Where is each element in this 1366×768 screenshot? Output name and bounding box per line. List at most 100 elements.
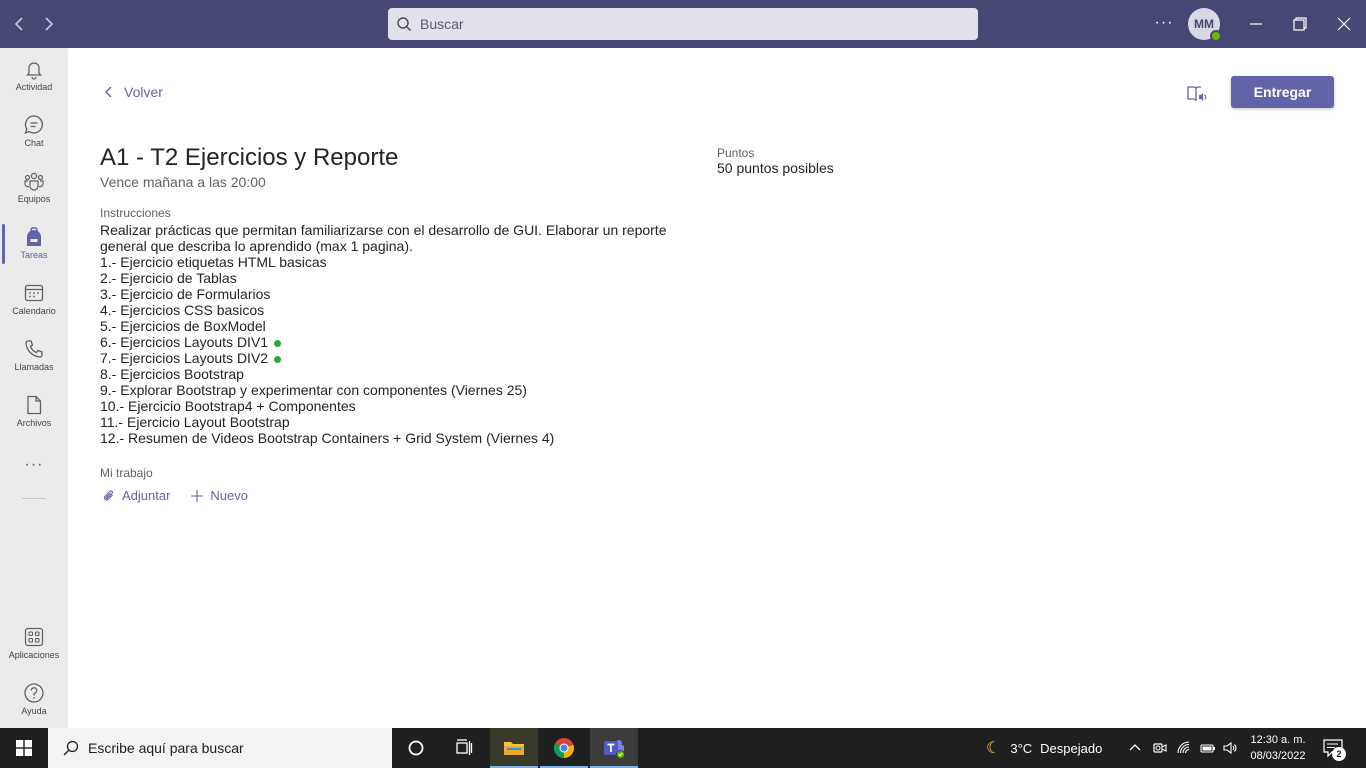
rail-item-label: Calendario xyxy=(12,306,56,316)
notification-count-badge: 2 xyxy=(1332,747,1346,761)
rail-item-label: Equipos xyxy=(17,194,51,204)
instructions-text: Realizar prácticas que permitan familiar… xyxy=(100,222,680,446)
due-date: Vence mañana a las 20:00 xyxy=(100,174,266,190)
new-label: Nuevo xyxy=(210,488,248,503)
submit-button[interactable]: Entregar xyxy=(1231,76,1334,108)
green-dot-icon xyxy=(274,339,282,347)
close-button[interactable] xyxy=(1328,8,1360,40)
instruction-line: 11.- Ejercicio Layout Bootstrap xyxy=(100,414,290,430)
assignment-title: A1 - T2 Ejercicios y Reporte xyxy=(100,144,399,171)
weather-description: Despejado xyxy=(1040,740,1103,756)
bell-icon xyxy=(26,62,42,80)
rail-item-actividad[interactable]: Actividad xyxy=(0,48,68,104)
instruction-line: 6.- Ejercicios Layouts DIV1 xyxy=(100,334,680,350)
more-options-button[interactable]: ··· xyxy=(1152,12,1176,36)
meet-now-icon[interactable] xyxy=(1152,740,1168,756)
clock-time: 12:30 a. m. xyxy=(1250,734,1306,746)
taskbar-clock[interactable]: 12:30 a. m. 08/03/2022 xyxy=(1240,732,1316,764)
rail-item-archivos[interactable]: Archivos xyxy=(0,384,68,440)
tray-chevron-up-icon[interactable] xyxy=(1127,740,1143,756)
rail-item-equipos[interactable]: Equipos xyxy=(0,160,68,216)
task-view-icon xyxy=(456,739,473,755)
wifi-icon[interactable] xyxy=(1176,740,1192,756)
battery-icon[interactable] xyxy=(1200,740,1216,756)
instruction-line-text: 6.- Ejercicios Layouts DIV1 xyxy=(100,334,269,350)
rail-divider xyxy=(22,498,46,499)
taskbar-search[interactable] xyxy=(48,728,392,768)
file-explorer-button[interactable] xyxy=(490,728,538,768)
chrome-icon xyxy=(553,738,574,759)
instruction-line: 10.- Ejercicio Bootstrap4 + Componentes xyxy=(100,398,356,414)
search-icon xyxy=(397,17,411,31)
attach-button[interactable]: Adjuntar xyxy=(102,488,170,503)
instruction-line: 3.- Ejercicio de Formularios xyxy=(100,286,271,302)
assignment-view: Volver Entregar A1 - T2 Ejercicios y Rep… xyxy=(68,48,1366,728)
folder-icon xyxy=(504,742,524,755)
my-work-actions: Adjuntar Nuevo xyxy=(102,488,268,503)
rail-item-label: Ayuda xyxy=(21,706,47,716)
rail-item-ayuda[interactable]: Ayuda xyxy=(0,672,68,728)
instruction-line: 1.- Ejercicio etiquetas HTML basicas xyxy=(100,254,327,270)
rail-item-llamadas[interactable]: Llamadas xyxy=(0,328,68,384)
chat-icon xyxy=(24,115,43,135)
rail-item-tareas[interactable]: Tareas xyxy=(0,216,68,272)
new-button[interactable]: Nuevo xyxy=(190,488,248,503)
title-bar: ··· MM xyxy=(0,0,1366,48)
apps-icon xyxy=(24,627,44,647)
search-box[interactable] xyxy=(388,8,978,40)
restore-icon xyxy=(1293,17,1307,31)
immersive-reader-icon xyxy=(1187,86,1207,102)
windows-logo-icon xyxy=(16,740,32,756)
avatar[interactable]: MM xyxy=(1188,8,1222,42)
avatar-initials: MM xyxy=(1194,17,1214,31)
phone-icon xyxy=(25,340,43,358)
clock-date: 08/03/2022 xyxy=(1250,750,1306,762)
minimize-icon xyxy=(1250,23,1262,25)
moon-icon: ☾ xyxy=(986,740,1001,757)
chrome-button[interactable] xyxy=(540,728,588,768)
instruction-line: general que describa lo aprendido (max 1… xyxy=(100,238,413,254)
search-icon xyxy=(63,740,79,756)
more-apps-button[interactable]: ··· xyxy=(0,456,68,474)
app-rail: Actividad Chat Equipos Tareas Calendario… xyxy=(0,48,68,728)
green-dot-icon xyxy=(274,355,282,363)
paperclip-icon xyxy=(103,489,113,501)
my-work-label: Mi trabajo xyxy=(100,466,153,480)
instruction-line-text: 7.- Ejercicios Layouts DIV2 xyxy=(100,350,269,366)
instruction-line: 2.- Ejercicio de Tablas xyxy=(100,270,237,286)
instruction-line: Realizar prácticas que permitan familiar… xyxy=(100,222,667,238)
instruction-line: 9.- Explorar Bootstrap y experimentar co… xyxy=(100,382,527,398)
back-arrow-icon[interactable] xyxy=(8,12,32,36)
cortana-icon xyxy=(408,740,424,756)
rail-item-aplicaciones[interactable]: Aplicaciones xyxy=(0,616,68,672)
maximize-button[interactable] xyxy=(1284,8,1316,40)
rail-item-chat[interactable]: Chat xyxy=(0,104,68,160)
file-icon xyxy=(27,395,42,415)
immersive-reader-button[interactable] xyxy=(1185,84,1207,104)
rail-item-label: Chat xyxy=(24,138,44,148)
back-link[interactable]: Volver xyxy=(102,84,163,100)
search-input[interactable] xyxy=(420,16,960,32)
backpack-icon xyxy=(27,227,41,246)
chevron-left-icon xyxy=(105,86,112,98)
taskbar-search-input[interactable] xyxy=(88,740,378,756)
instructions-label: Instrucciones xyxy=(100,206,171,220)
rail-item-label: Aplicaciones xyxy=(8,650,60,660)
instruction-line: 8.- Ejercicios Bootstrap xyxy=(100,366,244,382)
help-icon xyxy=(24,683,44,703)
calendar-icon xyxy=(24,284,44,302)
weather-widget[interactable]: ☾ 3°C Despejado xyxy=(986,728,1102,768)
instruction-line: 4.- Ejercicios CSS basicos xyxy=(100,302,265,318)
cortana-button[interactable] xyxy=(392,728,440,768)
minimize-button[interactable] xyxy=(1240,8,1272,40)
close-icon xyxy=(1337,17,1351,31)
forward-arrow-icon[interactable] xyxy=(36,12,60,36)
start-button[interactable] xyxy=(0,728,48,768)
teams-taskbar-button[interactable] xyxy=(590,728,638,768)
plus-icon xyxy=(191,489,204,502)
weather-temperature: 3°C xyxy=(1010,740,1033,756)
instruction-line: 12.- Resumen de Videos Bootstrap Contain… xyxy=(100,430,555,446)
volume-icon[interactable] xyxy=(1222,740,1238,756)
rail-item-calendario[interactable]: Calendario xyxy=(0,272,68,328)
task-view-button[interactable] xyxy=(440,728,488,768)
